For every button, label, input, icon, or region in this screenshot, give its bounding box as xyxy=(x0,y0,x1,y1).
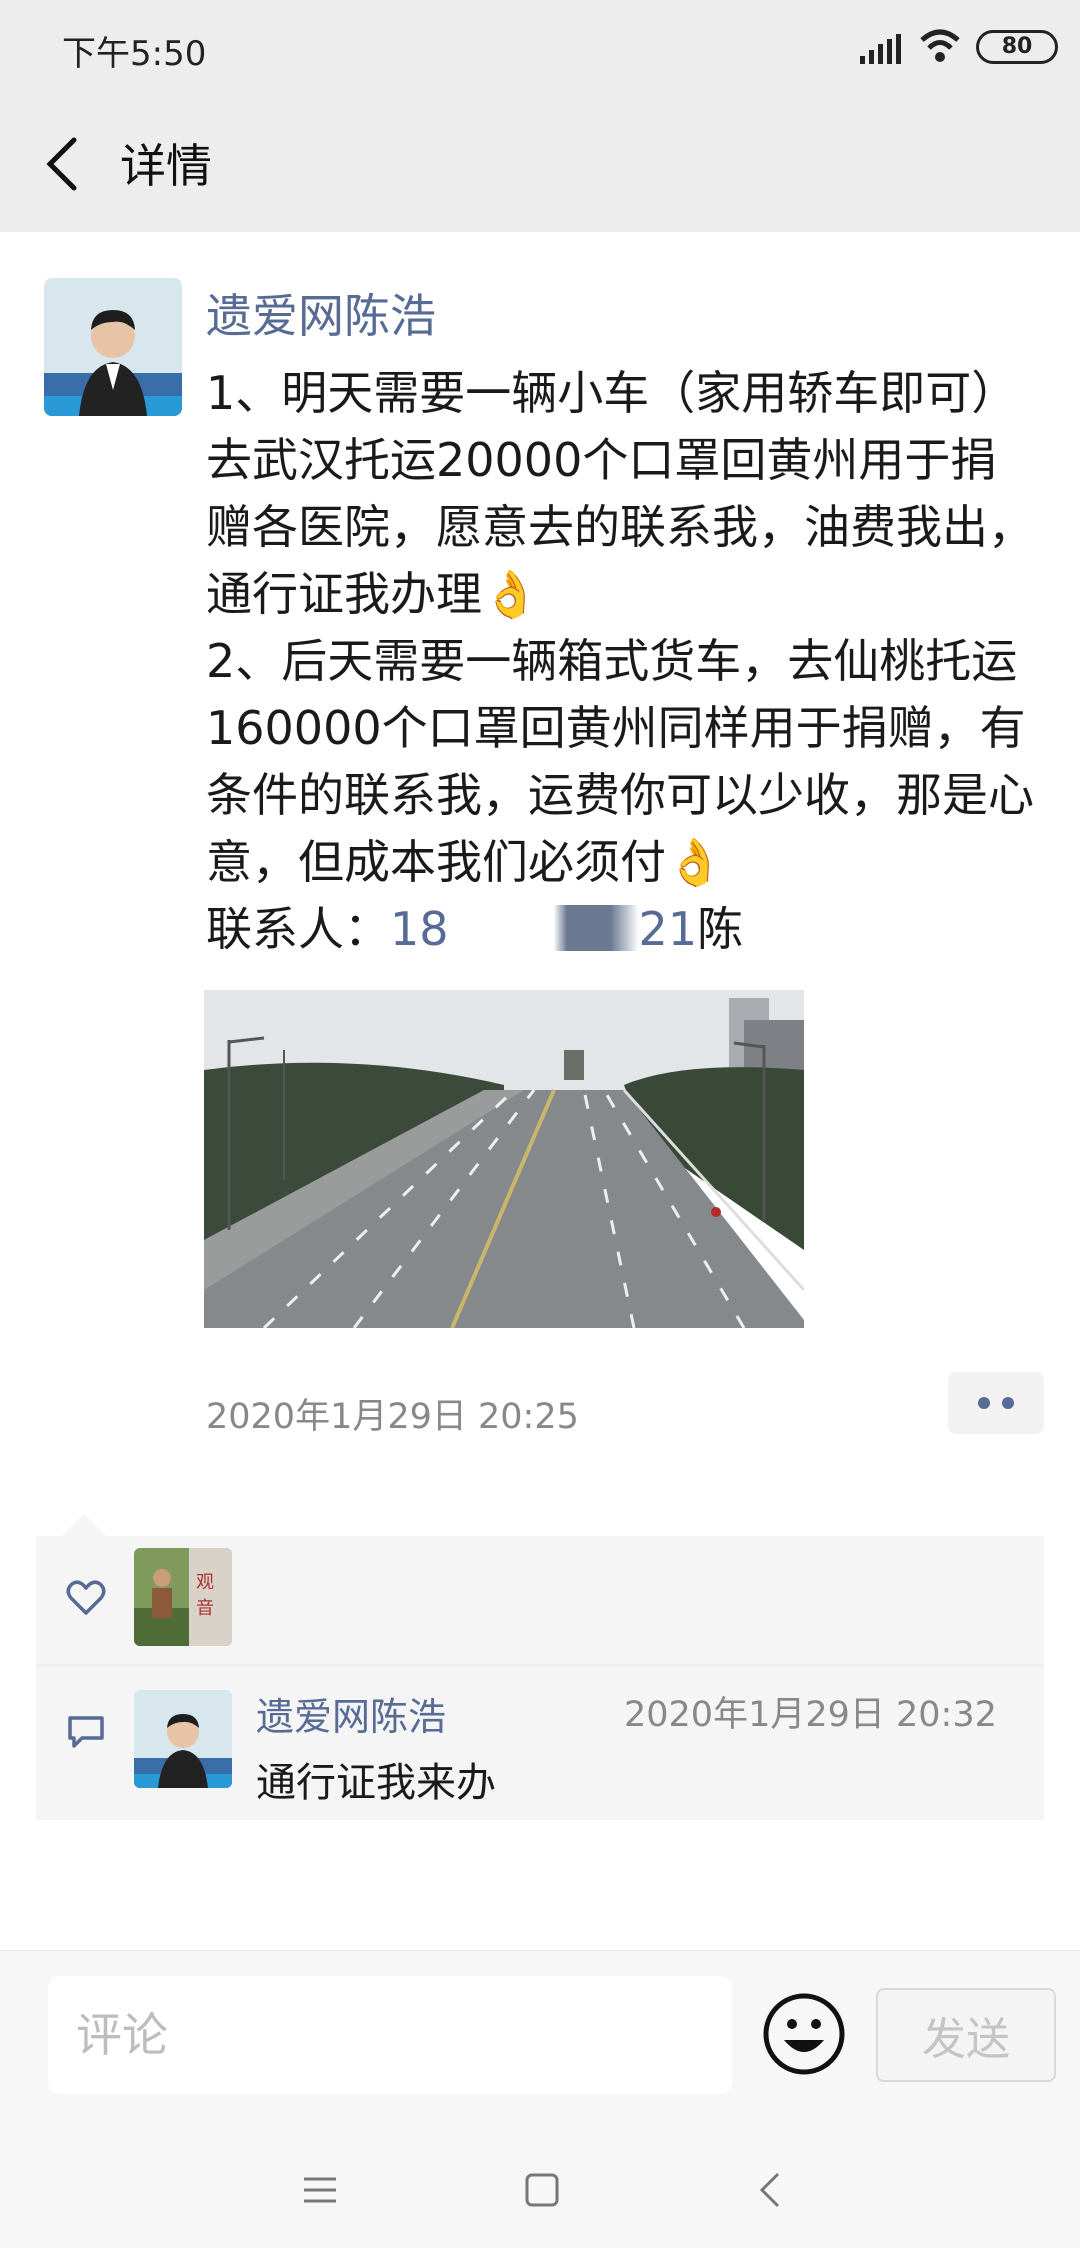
avatar-image xyxy=(134,1690,232,1788)
author-avatar[interactable] xyxy=(44,278,182,416)
svg-text:音: 音 xyxy=(196,1598,214,1619)
panel-caret xyxy=(62,1514,106,1536)
wifi-icon xyxy=(920,29,960,62)
dot-icon xyxy=(1002,1397,1014,1409)
heart-icon xyxy=(66,1580,106,1615)
comment-timestamp: 2020年1月29日 20:32 xyxy=(624,1695,997,1735)
avatar-image xyxy=(44,278,182,416)
post-photo[interactable] xyxy=(204,990,806,1330)
post-text: 1、明天需要一辆小车（家用轿车即可）去武汉托运20000个口罩回黄州用于捐赠各医… xyxy=(206,366,1034,889)
send-button[interactable]: 发送 xyxy=(876,1988,1056,2082)
empty-highway-photo xyxy=(204,990,806,1330)
emoji-icon xyxy=(763,1993,845,2075)
comment-text: 通行证我来办 xyxy=(256,1760,496,1806)
chevron-left-icon xyxy=(46,137,77,191)
more-actions-button[interactable] xyxy=(948,1372,1044,1434)
home-button[interactable] xyxy=(502,2150,582,2230)
square-icon xyxy=(525,2173,559,2207)
dot-icon xyxy=(978,1397,990,1409)
avatar-image: 观 音 xyxy=(134,1548,232,1646)
contact-phone-start[interactable]: 18 xyxy=(390,902,449,956)
battery-indicator: 80 xyxy=(976,30,1058,64)
back-triangle-icon xyxy=(759,2172,780,2208)
phone-redaction xyxy=(448,905,639,951)
system-back-button[interactable] xyxy=(730,2150,810,2230)
signal-icon xyxy=(860,34,901,64)
post-timestamp: 2020年1月29日 20:25 xyxy=(206,1397,579,1437)
page-title: 详情 xyxy=(120,139,212,193)
comment-input[interactable] xyxy=(48,1976,732,2094)
liker-avatar[interactable]: 观 音 xyxy=(134,1548,232,1646)
contact-name: 陈 xyxy=(697,902,744,956)
back-button[interactable] xyxy=(32,124,92,204)
post-content: 1、明天需要一辆小车（家用轿车即可）去武汉托运20000个口罩回黄州用于捐赠各医… xyxy=(206,360,1036,963)
comment-icon xyxy=(68,1716,104,1748)
menu-button[interactable] xyxy=(280,2150,360,2230)
status-time: 下午5:50 xyxy=(62,34,207,74)
emoji-button[interactable] xyxy=(762,1992,846,2076)
comment-avatar[interactable] xyxy=(134,1690,232,1788)
comment-author[interactable]: 遗爱网陈浩 xyxy=(256,1686,446,1741)
svg-text:观: 观 xyxy=(196,1572,214,1593)
post-author[interactable]: 遗爱网陈浩 xyxy=(206,280,436,346)
menu-icon xyxy=(304,2177,336,2203)
contact-label: 联系人： xyxy=(206,902,390,956)
contact-phone-end[interactable]: 21 xyxy=(639,902,698,956)
